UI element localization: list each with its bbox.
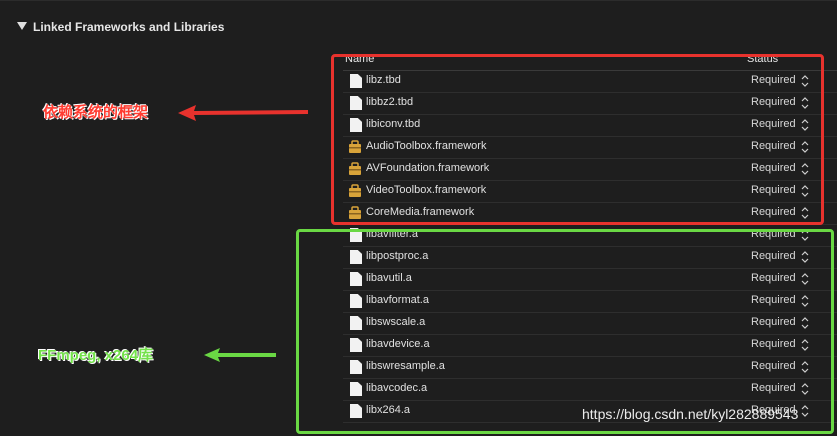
section-title: Linked Frameworks and Libraries	[33, 20, 225, 34]
green-highlight-box	[296, 229, 834, 434]
red-highlight-box	[331, 54, 824, 225]
green-arrow-icon	[204, 348, 276, 362]
watermark: https://blog.csdn.net/kyl282889543	[582, 406, 799, 422]
annotation-ffmpeg-libs: FFmpeg, x264库	[38, 347, 154, 364]
disclosure-triangle-icon[interactable]	[17, 22, 27, 30]
red-arrow-icon	[178, 105, 308, 121]
annotation-system-frameworks: 依赖系统的框架	[43, 104, 149, 121]
section-header[interactable]: Linked Frameworks and Libraries	[0, 0, 837, 51]
